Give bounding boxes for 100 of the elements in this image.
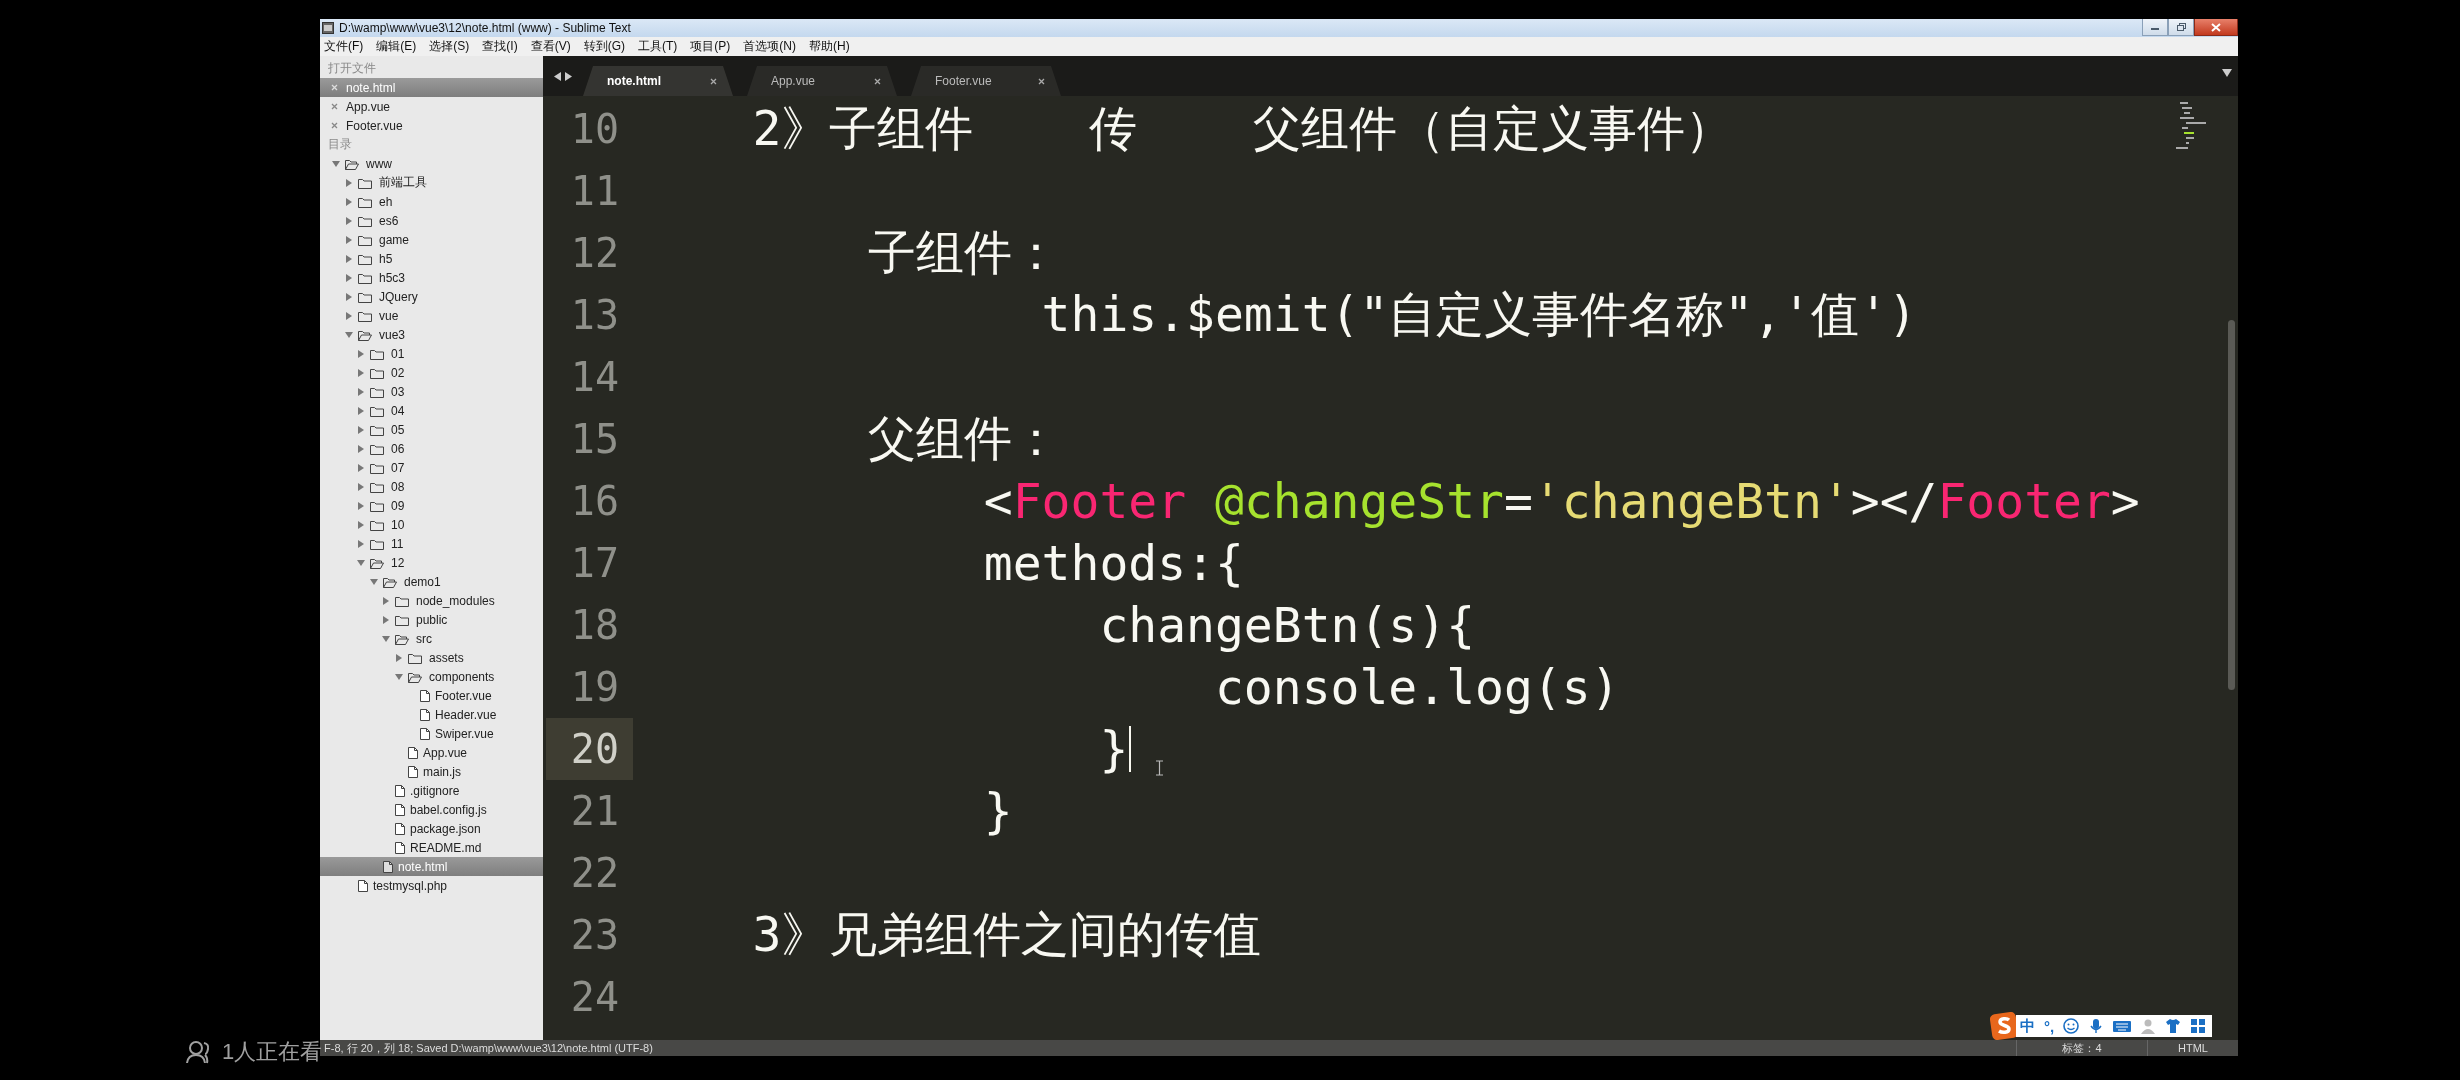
open-file-item[interactable]: App.vue: [320, 97, 543, 116]
open-file-item[interactable]: Footer.vue: [320, 116, 543, 135]
folder-item[interactable]: 04: [320, 401, 543, 420]
folder-item[interactable]: h5c3: [320, 268, 543, 287]
close-icon[interactable]: [331, 103, 338, 110]
menu-item[interactable]: 文件(F): [324, 38, 364, 55]
item-name: demo1: [404, 574, 441, 589]
folder-item[interactable]: 12: [320, 553, 543, 572]
folder-item[interactable]: 09: [320, 496, 543, 515]
maximize-button[interactable]: [2168, 19, 2194, 36]
folder-item[interactable]: eh: [320, 192, 543, 211]
close-icon[interactable]: [710, 77, 717, 85]
file-name: note.html: [346, 80, 396, 95]
menu-item[interactable]: 选择(S): [429, 38, 470, 55]
menu-item[interactable]: 项目(P): [690, 38, 731, 55]
folder-item[interactable]: 07: [320, 458, 543, 477]
file-item[interactable]: Swiper.vue: [320, 724, 543, 743]
file-item[interactable]: Footer.vue: [320, 686, 543, 705]
file-item[interactable]: App.vue: [320, 743, 543, 762]
item-name: babel.config.js: [410, 802, 487, 817]
item-name: es6: [379, 213, 399, 228]
folder-item[interactable]: demo1: [320, 572, 543, 591]
item-name: 06: [391, 441, 405, 456]
folder-icon: [370, 442, 384, 455]
file-item[interactable]: Header.vue: [320, 705, 543, 724]
item-name: 03: [391, 384, 405, 399]
close-button[interactable]: [2194, 19, 2238, 36]
folder-icon: [358, 195, 372, 208]
folder-item[interactable]: 08: [320, 477, 543, 496]
item-name: components: [429, 669, 495, 684]
menu-item[interactable]: 查看(V): [530, 38, 571, 55]
menu-item[interactable]: 转到(G): [583, 38, 625, 55]
folder-item[interactable]: 05: [320, 420, 543, 439]
folder-item[interactable]: src: [320, 629, 543, 648]
menu-item[interactable]: 帮助(H): [809, 38, 850, 55]
folder-item[interactable]: 01: [320, 344, 543, 363]
item-name: 05: [391, 422, 405, 437]
item-name: Header.vue: [435, 707, 497, 722]
shirt-icon[interactable]: [2165, 1018, 2182, 1034]
dropdown-arrow-icon[interactable]: [2222, 69, 2232, 77]
item-name: App.vue: [423, 745, 468, 760]
smiley-icon[interactable]: [2063, 1018, 2080, 1034]
folder-item[interactable]: JQuery: [320, 287, 543, 306]
folder-item[interactable]: 11: [320, 534, 543, 553]
item-name: 12: [391, 555, 405, 570]
folder-item[interactable]: components: [320, 667, 543, 686]
menu-item[interactable]: 首选项(N): [743, 38, 796, 55]
grid-icon[interactable]: [2190, 1018, 2207, 1034]
item-name: assets: [429, 650, 464, 665]
close-icon[interactable]: [331, 122, 338, 129]
menu-item[interactable]: 查找(I): [482, 38, 518, 55]
folder-item[interactable]: 02: [320, 363, 543, 382]
folder-item[interactable]: es6: [320, 211, 543, 230]
file-tab[interactable]: Footer.vue: [911, 66, 1061, 96]
folder-item[interactable]: 03: [320, 382, 543, 401]
input-mode-toggle[interactable]: 中: [2020, 1016, 2035, 1036]
left-arrow-icon[interactable]: [554, 71, 561, 81]
file-icon: [383, 860, 393, 873]
item-name: testmysql.php: [373, 878, 448, 893]
minimize-button[interactable]: [2142, 19, 2168, 36]
folder-icon: [370, 366, 384, 379]
folder-item[interactable]: public: [320, 610, 543, 629]
file-tab[interactable]: note.html: [583, 66, 733, 96]
restore-icon: [2176, 23, 2186, 31]
open-folder-icon: [408, 670, 422, 683]
file-tab[interactable]: App.vue: [747, 66, 897, 96]
folder-item[interactable]: 06: [320, 439, 543, 458]
keyboard-icon[interactable]: [2113, 1018, 2132, 1034]
folder-item[interactable]: 前端工具: [320, 173, 543, 192]
file-icon: [420, 727, 430, 740]
folder-item[interactable]: vue3: [320, 325, 543, 344]
folder-item[interactable]: vue: [320, 306, 543, 325]
item-name: src: [416, 631, 432, 646]
file-item[interactable]: .gitignore: [320, 781, 543, 800]
menu-item[interactable]: 工具(T): [638, 38, 678, 55]
file-item[interactable]: README.md: [320, 838, 543, 857]
folder-item[interactable]: h5: [320, 249, 543, 268]
file-item[interactable]: testmysql.php: [320, 876, 543, 895]
code-token: ></: [1850, 473, 1938, 529]
folder-item[interactable]: 10: [320, 515, 543, 534]
menu-item[interactable]: 编辑(E): [376, 38, 417, 55]
item-name: 02: [391, 365, 405, 380]
indentation-setting[interactable]: 标签：4: [2016, 1040, 2147, 1056]
code-token: }: [1098, 721, 1129, 777]
item-name: package.json: [410, 821, 481, 836]
file-item[interactable]: main.js: [320, 762, 543, 781]
folder-item[interactable]: game: [320, 230, 543, 249]
file-item[interactable]: babel.config.js: [320, 800, 543, 819]
syntax-setting[interactable]: HTML: [2147, 1040, 2238, 1056]
folder-item[interactable]: www: [320, 154, 543, 173]
close-icon[interactable]: [874, 77, 881, 85]
folder-item[interactable]: node_modules: [320, 591, 543, 610]
folder-item[interactable]: assets: [320, 648, 543, 667]
right-arrow-icon[interactable]: [565, 71, 572, 81]
close-icon[interactable]: [1038, 77, 1045, 85]
item-name: 11: [391, 536, 404, 551]
punctuation-toggle[interactable]: °,: [2044, 1017, 2055, 1035]
scrollbar-thumb[interactable]: [2228, 320, 2235, 690]
file-item[interactable]: package.json: [320, 819, 543, 838]
folder-icon: [370, 385, 384, 398]
